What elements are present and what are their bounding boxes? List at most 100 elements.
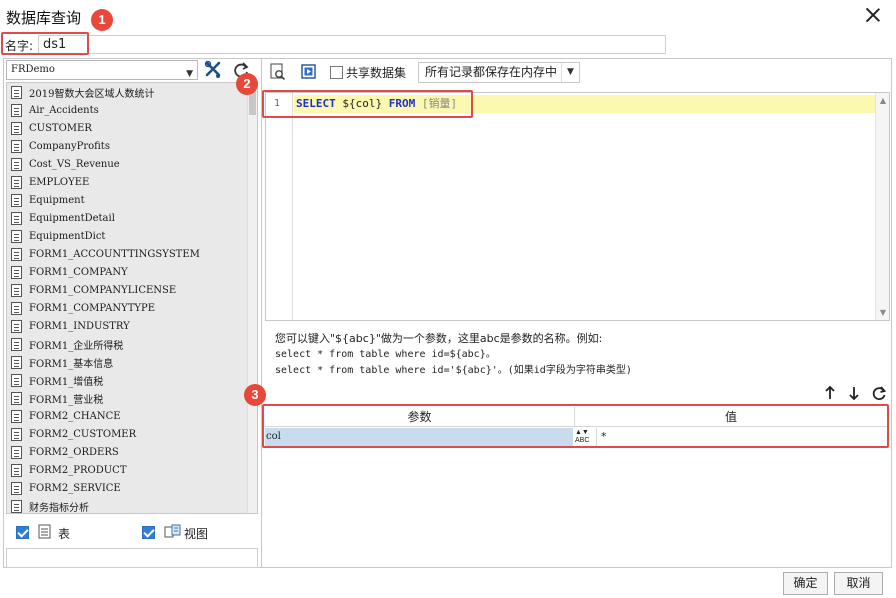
- list-item[interactable]: FORM2_SERVICE: [7, 479, 257, 497]
- line-gutter: 1: [266, 93, 293, 320]
- scroll-down-icon[interactable]: ▼: [878, 308, 888, 317]
- table-icon: [11, 139, 22, 153]
- show-tables-checkbox[interactable]: [16, 526, 29, 539]
- table-filter-input[interactable]: [6, 548, 258, 568]
- list-item[interactable]: FORM1_INDUSTRY: [7, 317, 257, 335]
- table-icon: [11, 481, 22, 495]
- datasource-select[interactable]: FRDemo ▼: [6, 60, 198, 80]
- table-icon: [11, 373, 22, 387]
- callout-box-1: [1, 32, 89, 55]
- list-item[interactable]: Equipment: [7, 191, 257, 209]
- hint-line-3: select * from table where id='${abc}'。(如…: [275, 365, 632, 376]
- table-list: 2019智数大会区域人数统计 Air_Accidents CUSTOMER Compa…: [6, 82, 258, 514]
- list-item[interactable]: FORM2_PRODUCT: [7, 461, 257, 479]
- table-name: CompanyProfits: [29, 140, 110, 152]
- list-item[interactable]: FORM1_ACCOUNTTINGSYSTEM: [7, 245, 257, 263]
- table-icon: [11, 211, 22, 225]
- left-pane: FRDemo ▼ 2019智数大会区域人数统计 Air_Accidents CUST…: [4, 59, 258, 568]
- list-item[interactable]: FORM1_企业所得税: [7, 335, 257, 353]
- table-name: FORM2_CUSTOMER: [29, 428, 137, 440]
- table-icon: [11, 85, 22, 99]
- table-icon: [11, 409, 22, 423]
- callout-badge-3: 3: [244, 384, 266, 406]
- list-item[interactable]: FORM1_COMPANY: [7, 263, 257, 281]
- table-name: Air_Accidents: [29, 104, 99, 116]
- table-icon: [11, 319, 22, 333]
- name-row: 名字: ds1: [0, 32, 896, 56]
- memory-mode-select[interactable]: 所有记录都保存在内存中 ▼: [418, 62, 580, 83]
- list-item[interactable]: CompanyProfits: [7, 137, 257, 155]
- list-item[interactable]: Air_Accidents: [7, 101, 257, 119]
- table-icon: [11, 445, 22, 459]
- insert-param-icon[interactable]: [299, 62, 319, 82]
- table-icon: [38, 524, 52, 540]
- table-name: FORM2_ORDERS: [29, 446, 119, 458]
- table-icon: [11, 157, 22, 171]
- table-icon: [11, 175, 22, 189]
- show-views-checkbox[interactable]: [142, 526, 155, 539]
- title-bar: 数据库查询: [0, 0, 896, 32]
- share-dataset-checkbox[interactable]: [330, 66, 343, 79]
- chevron-down-icon: ▼: [561, 63, 579, 82]
- list-item[interactable]: FORM1_基本信息: [7, 353, 257, 371]
- list-item[interactable]: CUSTOMER: [7, 119, 257, 137]
- param-hint: 您可以键入"${abc}"做为一个参数，这里abc是参数的名称。例如: selec…: [275, 331, 632, 379]
- table-icon: [11, 121, 22, 135]
- move-up-icon[interactable]: [823, 385, 837, 401]
- table-name: EquipmentDict: [29, 230, 106, 242]
- list-item[interactable]: 2019智数大会区域人数统计: [7, 83, 257, 101]
- table-name: EMPLOYEE: [29, 176, 90, 188]
- scroll-up-icon[interactable]: ▲: [878, 96, 888, 105]
- sql-editor[interactable]: 1 SELECT ${col} FROM [销量] ▲ ▼: [265, 92, 890, 321]
- list-item[interactable]: FORM1_营业税: [7, 389, 257, 407]
- list-item[interactable]: FORM1_COMPANYLICENSE: [7, 281, 257, 299]
- cancel-button[interactable]: 取消: [834, 572, 883, 595]
- list-item[interactable]: FORM1_增值税: [7, 371, 257, 389]
- table-list-scrollbar[interactable]: [247, 83, 257, 513]
- table-name: FORM1_INDUSTRY: [29, 320, 130, 332]
- table-name: FORM2_CHANCE: [29, 410, 121, 422]
- table-name: FORM2_SERVICE: [29, 482, 121, 494]
- list-item[interactable]: FORM1_COMPANYTYPE: [7, 299, 257, 317]
- table-icon: [11, 463, 22, 477]
- connection-settings-icon[interactable]: [203, 60, 223, 80]
- preview-icon[interactable]: [268, 62, 288, 82]
- table-name: FORM2_PRODUCT: [29, 464, 127, 476]
- hint-line-2: select * from table where id=${abc}。: [275, 349, 496, 360]
- view-icon: [164, 524, 182, 540]
- list-item[interactable]: FORM2_ORDERS: [7, 443, 257, 461]
- table-name: Cost_VS_Revenue: [29, 158, 120, 170]
- table-name: 财务指标分析: [29, 502, 89, 514]
- table-name: EquipmentDetail: [29, 212, 115, 224]
- chevron-down-icon: ▼: [186, 69, 193, 79]
- table-icon: [11, 355, 22, 369]
- pane-divider[interactable]: [261, 59, 262, 568]
- table-icon: [11, 391, 22, 405]
- callout-badge-1: 1: [91, 9, 113, 31]
- list-item[interactable]: FORM2_CHANCE: [7, 407, 257, 425]
- refresh-params-icon[interactable]: [871, 385, 887, 401]
- name-input[interactable]: ds1: [38, 35, 666, 54]
- list-item[interactable]: EMPLOYEE: [7, 173, 257, 191]
- table-name: FORM1_营业税: [29, 394, 104, 406]
- table-icon: [11, 247, 22, 261]
- list-item[interactable]: EquipmentDict: [7, 227, 257, 245]
- ok-button[interactable]: 确定: [783, 572, 828, 595]
- list-item[interactable]: FORM2_CUSTOMER: [7, 425, 257, 443]
- list-item[interactable]: Cost_VS_Revenue: [7, 155, 257, 173]
- table-icon: [11, 103, 22, 117]
- list-item[interactable]: EquipmentDetail: [7, 209, 257, 227]
- table-name: FORM1_企业所得税: [29, 340, 124, 352]
- share-dataset-label: 共享数据集: [346, 66, 407, 80]
- table-icon: [11, 193, 22, 207]
- table-icon: [11, 499, 22, 513]
- list-item[interactable]: 财务指标分析: [7, 497, 257, 514]
- move-down-icon[interactable]: [847, 385, 861, 401]
- datasource-value: FRDemo: [11, 64, 55, 75]
- close-icon[interactable]: [864, 6, 882, 24]
- editor-scrollbar[interactable]: ▲ ▼: [875, 93, 889, 320]
- table-icon: [11, 229, 22, 243]
- show-views-label: 视图: [184, 527, 209, 541]
- hint-line-1: 您可以键入"${abc}"做为一个参数，这里abc是参数的名称。例如:: [275, 332, 603, 345]
- table-name: FORM1_COMPANY: [29, 266, 128, 278]
